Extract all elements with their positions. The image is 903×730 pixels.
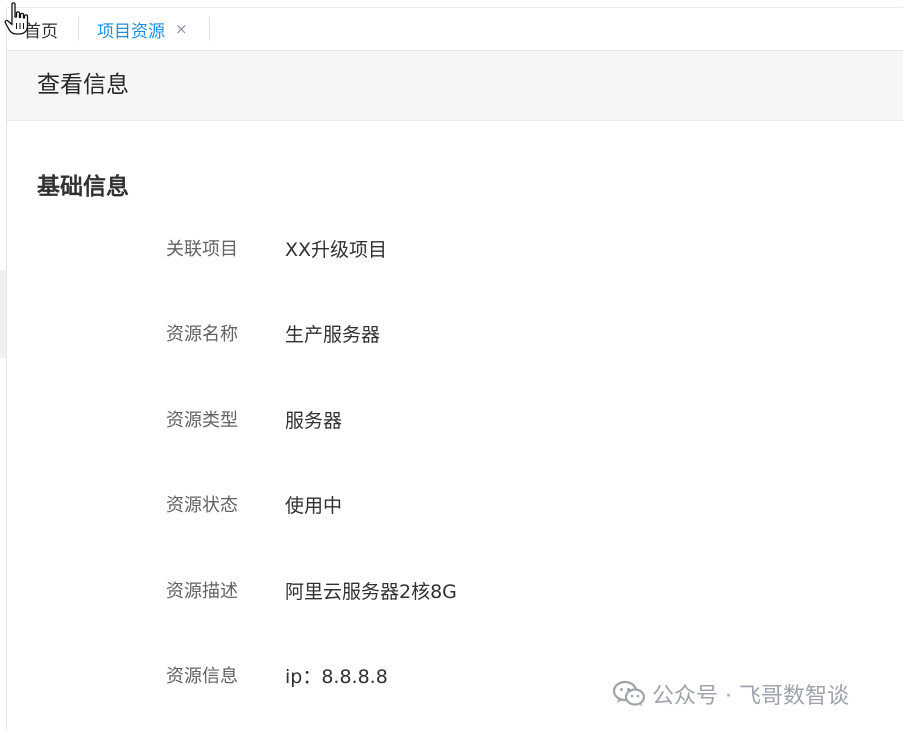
field-label: 资源描述 [166, 581, 238, 602]
tabs-bar: 首页 项目资源 × [7, 8, 903, 51]
watermark-text: 公众号 · 飞哥数智谈 [652, 684, 849, 709]
field-value: 生产服务器 [285, 324, 381, 346]
tab-separator [209, 17, 210, 41]
field-label: 关联项目 [166, 239, 238, 260]
field-value: 使用中 [285, 495, 343, 517]
tab-separator [78, 17, 79, 41]
field-value: XX升级项目 [285, 239, 388, 261]
page-header: 查看信息 [7, 51, 903, 121]
hand-pointer-icon [4, 2, 29, 35]
tab-project-resources-label: 项目资源 [97, 21, 165, 42]
field-value: 阿里云服务器2核8G [285, 581, 457, 603]
tab-project-resources[interactable]: 项目资源 × [97, 8, 188, 50]
info-row-resource-name: 资源名称 生产服务器 [0, 318, 903, 352]
page-title: 查看信息 [37, 72, 129, 98]
field-label: 资源信息 [166, 666, 238, 687]
field-label: 资源类型 [166, 410, 238, 431]
info-row-resource-status: 资源状态 使用中 [0, 489, 903, 523]
field-label: 资源名称 [166, 324, 238, 345]
close-icon[interactable]: × [175, 20, 188, 38]
field-label: 资源状态 [166, 495, 238, 516]
field-value: 服务器 [285, 410, 343, 432]
info-row-related-project: 关联项目 XX升级项目 [0, 233, 903, 267]
wechat-icon [612, 680, 646, 707]
watermark: 公众号 · 飞哥数智谈 [612, 676, 849, 712]
field-value: ip：8.8.8.8 [285, 666, 388, 688]
info-row-resource-description: 资源描述 阿里云服务器2核8G [0, 575, 903, 609]
page: 首页 项目资源 × 查看信息 基础信息 关联项目 XX升级项目 资源名称 生产服… [0, 0, 903, 730]
section-title: 基础信息 [37, 174, 129, 200]
info-row-resource-type: 资源类型 服务器 [0, 404, 903, 438]
